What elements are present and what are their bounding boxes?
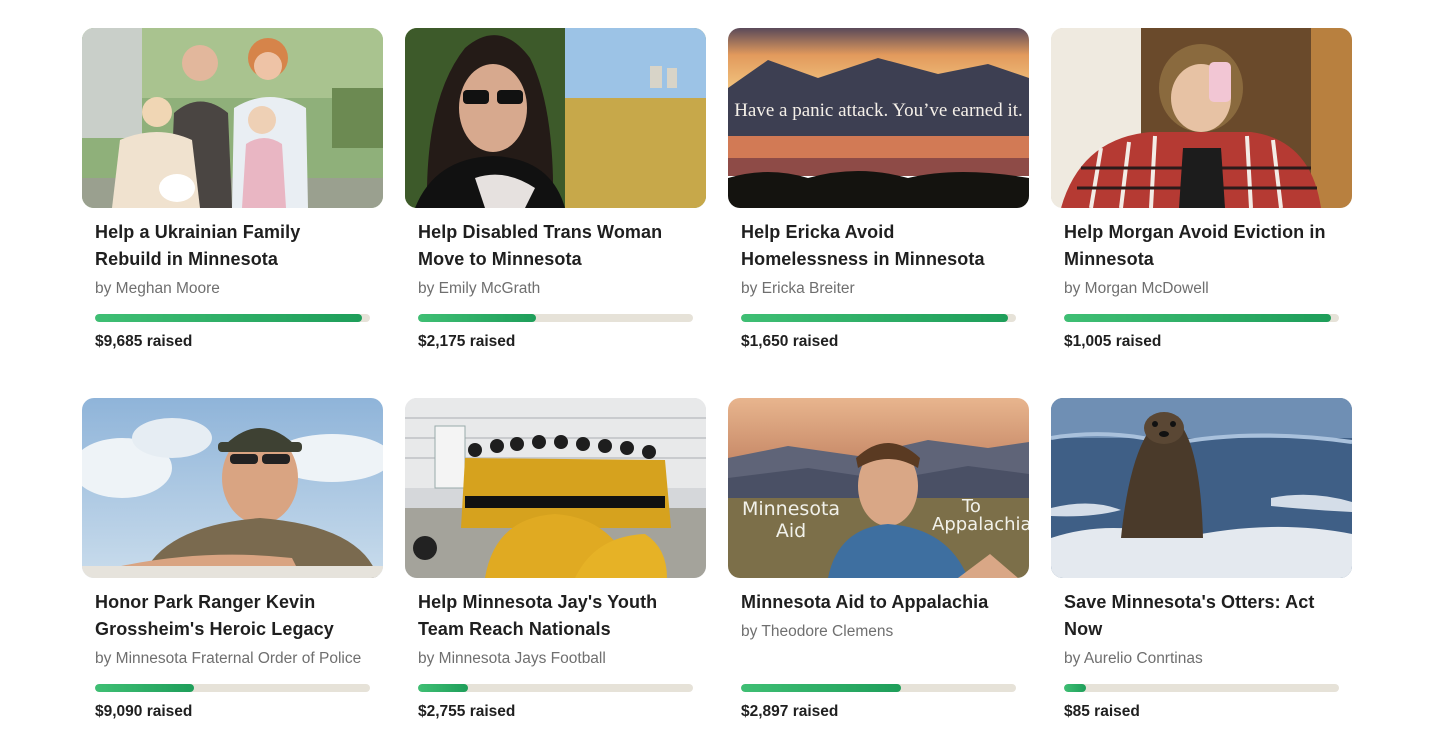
progress-bar (1064, 684, 1339, 692)
mountain-selfie-photo[interactable]: Minnesota Aid To Appalachia (728, 398, 1029, 578)
organizer-name: by Minnesota Fraternal Order of Police (95, 650, 362, 667)
progress-bar (95, 684, 370, 692)
fundraiser-title[interactable]: Help Disabled Trans Woman Move to Minnes… (418, 219, 693, 273)
fundraiser-title[interactable]: Help Morgan Avoid Eviction in Minnesota (1064, 219, 1339, 273)
organizer-name: by Ericka Breiter (741, 280, 855, 297)
fundraiser-title[interactable]: Save Minnesota's Otters: Act Now (1064, 589, 1339, 643)
progress-bar (741, 684, 1016, 692)
progress-fill (1064, 684, 1086, 692)
fundraiser-card[interactable]: Help Minnesota Jay's Youth Team Reach Na… (405, 398, 706, 724)
fundraiser-card[interactable]: Minnesota Aid To Appalachia Minnesota Ai… (728, 398, 1029, 724)
organizer-name: by Morgan McDowell (1064, 280, 1209, 297)
organizer-name: by Theodore Clemens (741, 623, 894, 640)
organizer-name: by Emily McGrath (418, 280, 541, 297)
progress-fill (418, 314, 537, 322)
fundraiser-title[interactable]: Minnesota Aid to Appalachia (741, 589, 1016, 616)
organizer-name: by Aurelio Conrtinas (1064, 650, 1203, 667)
fundraiser-card[interactable]: Help a Ukrainian Family Rebuild in Minne… (82, 28, 383, 354)
image-caption-left: Minnesota Aid (741, 498, 841, 542)
progress-fill (95, 314, 362, 322)
amount-raised: $9,685 raised (95, 333, 193, 350)
fundraiser-card[interactable]: Have a panic attack. You’ve earned it. H… (728, 28, 1029, 354)
amount-raised: $2,175 raised (418, 333, 516, 350)
football-team-photo[interactable] (405, 398, 706, 578)
organizer-name: by Minnesota Jays Football (418, 650, 606, 667)
fundraiser-title[interactable]: Honor Park Ranger Kevin Grossheim's Hero… (95, 589, 370, 643)
selfie-photo[interactable] (1051, 28, 1352, 208)
progress-fill (418, 684, 468, 692)
fundraiser-card[interactable]: Help Disabled Trans Woman Move to Minnes… (405, 28, 706, 354)
family-photo[interactable] (82, 28, 383, 208)
progress-bar (741, 314, 1016, 322)
fundraiser-title[interactable]: Help a Ukrainian Family Rebuild in Minne… (95, 219, 370, 273)
fundraiser-card[interactable]: Honor Park Ranger Kevin Grossheim's Hero… (82, 398, 383, 724)
fundraiser-title[interactable]: Help Minnesota Jay's Youth Team Reach Na… (418, 589, 693, 643)
progress-fill (741, 684, 901, 692)
amount-raised: $1,650 raised (741, 333, 839, 350)
fundraiser-grid: Help a Ukrainian Family Rebuild in Minne… (82, 28, 1352, 724)
otter-photo[interactable] (1051, 398, 1352, 578)
fundraiser-card[interactable]: Save Minnesota's Otters: Act Now by Aure… (1051, 398, 1352, 724)
progress-fill (95, 684, 194, 692)
fundraiser-title[interactable]: Help Ericka Avoid Homelessness in Minnes… (741, 219, 1016, 273)
park-ranger-photo[interactable] (82, 398, 383, 578)
fundraiser-card[interactable]: Help Morgan Avoid Eviction in Minnesota … (1051, 28, 1352, 354)
amount-raised: $85 raised (1064, 703, 1140, 720)
portrait-photo[interactable] (405, 28, 706, 208)
sunset-lake-photo[interactable]: Have a panic attack. You’ve earned it. (728, 28, 1029, 208)
amount-raised: $1,005 raised (1064, 333, 1162, 350)
progress-bar (418, 314, 693, 322)
progress-bar (1064, 314, 1339, 322)
image-caption-right: To Appalachia (932, 498, 1029, 534)
amount-raised: $2,755 raised (418, 703, 516, 720)
amount-raised: $2,897 raised (741, 703, 839, 720)
image-caption: Have a panic attack. You’ve earned it. (734, 100, 1023, 121)
progress-bar (95, 314, 370, 322)
progress-bar (418, 684, 693, 692)
organizer-name: by Meghan Moore (95, 280, 220, 297)
progress-fill (1064, 314, 1331, 322)
image-caption-right-line2: Appalachia (932, 514, 1029, 535)
progress-fill (741, 314, 1008, 322)
amount-raised: $9,090 raised (95, 703, 193, 720)
